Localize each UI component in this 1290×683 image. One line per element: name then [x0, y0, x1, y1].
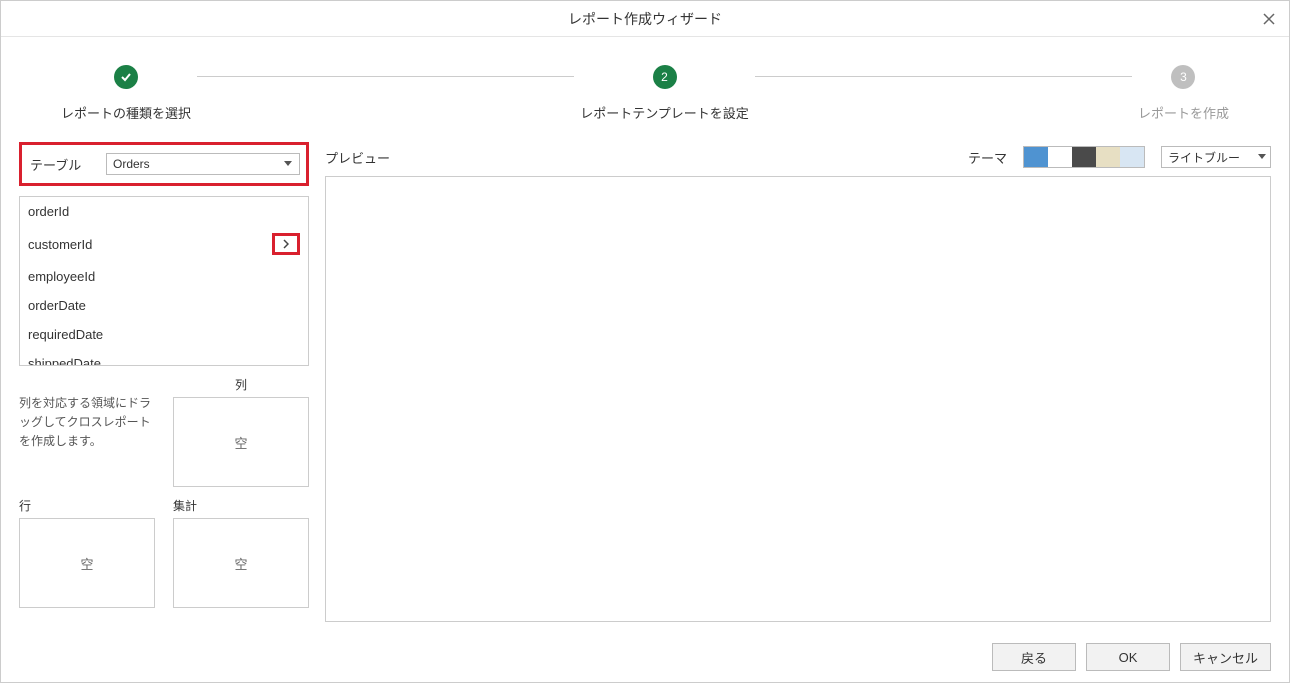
ok-button[interactable]: OK — [1086, 643, 1170, 671]
wizard-steps: レポートの種類を選択 2 レポートテンプレートを設定 3 レポートを作成 — [1, 37, 1289, 142]
step-3-label: レポートを作成 — [1138, 103, 1229, 122]
theme-select[interactable]: ライトブルー — [1161, 146, 1271, 168]
dialog-title: レポート作成ウィザード — [568, 9, 722, 29]
table-selector-row: テーブル Orders — [19, 142, 309, 186]
cancel-button[interactable]: キャンセル — [1180, 643, 1271, 671]
swatch-3[interactable] — [1096, 147, 1120, 167]
left-pane: テーブル Orders orderId customerId — [19, 142, 309, 622]
expand-button[interactable] — [272, 233, 300, 255]
step-connector — [755, 76, 1132, 77]
drop-empty-label: 空 — [80, 554, 93, 573]
table-select[interactable]: Orders — [106, 153, 300, 175]
step-connector — [197, 76, 574, 77]
theme-swatches[interactable] — [1023, 146, 1145, 168]
preview-canvas — [326, 177, 1270, 621]
preview-viewport[interactable] — [326, 177, 1270, 621]
swatch-0[interactable] — [1024, 147, 1048, 167]
field-item-shippeddate[interactable]: shippedDate — [20, 349, 308, 366]
theme-group: テーマ ライトブルー — [968, 146, 1271, 168]
agg-section-label: 集計 — [173, 497, 309, 514]
field-label: shippedDate — [28, 356, 101, 366]
field-item-orderid[interactable]: orderId — [20, 197, 308, 226]
drop-empty-label: 空 — [234, 554, 247, 573]
chevron-right-icon — [283, 239, 289, 249]
titlebar: レポート作成ウィザード — [1, 1, 1289, 37]
field-item-orderdate[interactable]: orderDate — [20, 291, 308, 320]
close-icon — [1263, 13, 1275, 25]
step-3-circle: 3 — [1171, 65, 1195, 89]
report-wizard-dialog: レポート作成ウィザード レポートの種類を選択 2 レポートテンプレートを設定 3… — [0, 0, 1290, 683]
footer: 戻る OK キャンセル — [1, 632, 1289, 682]
content-area: テーブル Orders orderId customerId — [1, 142, 1289, 632]
step-2-label: レポートテンプレートを設定 — [580, 103, 749, 122]
step-2-circle: 2 — [653, 65, 677, 89]
preview-label: プレビュー — [325, 148, 390, 167]
preview-header: プレビュー テーマ ライトブルー — [325, 142, 1271, 176]
chevron-down-icon — [1258, 154, 1266, 160]
right-pane: プレビュー テーマ ライトブルー — [325, 142, 1271, 622]
column-drop-row: - 列を対応する領域にドラッグしてクロスレポートを作成します。 列 空 — [19, 376, 309, 487]
preview-area — [325, 176, 1271, 622]
column-section-label: 列 — [173, 376, 309, 393]
chevron-down-icon — [281, 157, 295, 171]
column-drop-zone[interactable]: 空 — [173, 397, 309, 487]
field-label: requiredDate — [28, 327, 103, 342]
field-item-customerid[interactable]: customerId — [20, 226, 308, 262]
step-1-label: レポートの種類を選択 — [61, 103, 191, 122]
swatch-1[interactable] — [1048, 147, 1072, 167]
step-1: レポートの種類を選択 — [61, 65, 191, 122]
back-button[interactable]: 戻る — [992, 643, 1076, 671]
field-label: orderDate — [28, 298, 86, 313]
drag-hint: 列を対応する領域にドラッグしてクロスレポートを作成します。 — [19, 394, 155, 452]
agg-drop-zone[interactable]: 空 — [173, 518, 309, 608]
row-agg-drop-row: 行 空 集計 空 — [19, 497, 309, 608]
field-item-requireddate[interactable]: requiredDate — [20, 320, 308, 349]
swatch-2[interactable] — [1072, 147, 1096, 167]
step-2: 2 レポートテンプレートを設定 — [580, 65, 749, 122]
row-section-label: 行 — [19, 497, 155, 514]
field-item-employeeid[interactable]: employeeId — [20, 262, 308, 291]
drop-empty-label: 空 — [234, 433, 247, 452]
theme-label: テーマ — [968, 148, 1007, 167]
step-3: 3 レポートを作成 — [1138, 65, 1229, 122]
close-button[interactable] — [1257, 7, 1281, 31]
check-icon — [114, 65, 138, 89]
swatch-4[interactable] — [1120, 147, 1144, 167]
table-select-value: Orders — [113, 157, 150, 171]
theme-select-value: ライトブルー — [1168, 149, 1240, 166]
field-label: orderId — [28, 204, 69, 219]
field-label: employeeId — [28, 269, 95, 284]
row-drop-zone[interactable]: 空 — [19, 518, 155, 608]
field-label: customerId — [28, 237, 92, 252]
table-label: テーブル — [28, 155, 98, 174]
field-list[interactable]: orderId customerId employeeId orderDate … — [19, 196, 309, 366]
